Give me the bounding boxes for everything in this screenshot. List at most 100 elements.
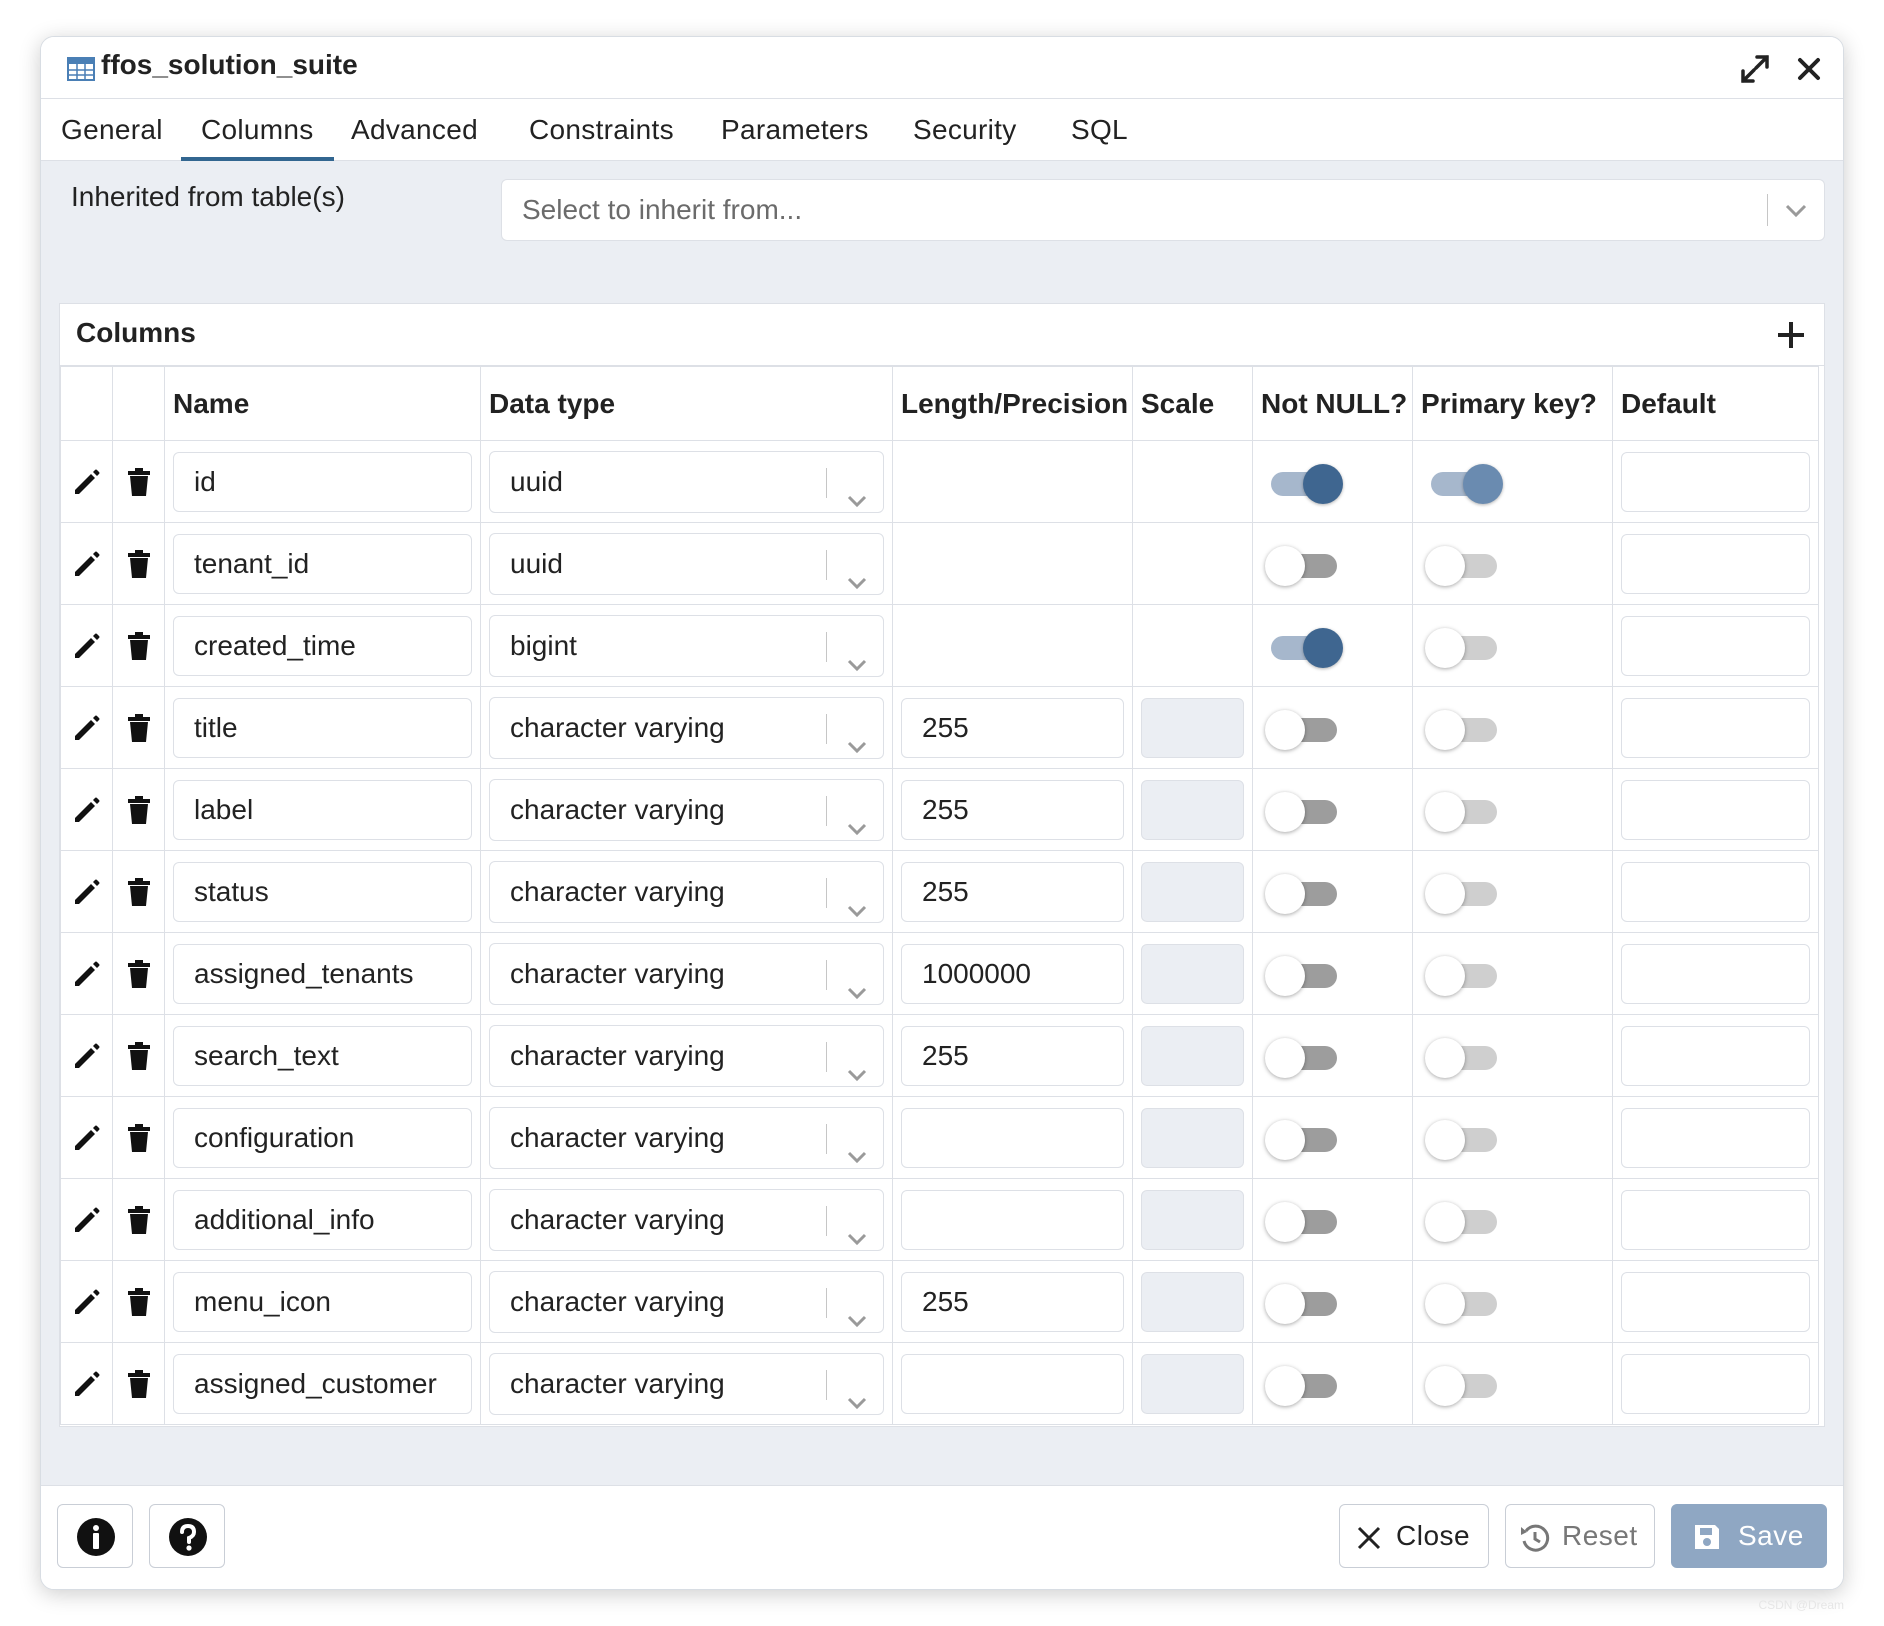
chevron-down-icon[interactable]: [1782, 198, 1810, 227]
edit-icon[interactable]: [61, 958, 112, 990]
not-null-toggle[interactable]: [1265, 1364, 1345, 1406]
primary-key-toggle[interactable]: [1425, 1036, 1505, 1078]
length-input[interactable]: 255: [901, 861, 1124, 922]
default-input[interactable]: [1621, 615, 1810, 676]
trash-icon[interactable]: [113, 1204, 164, 1236]
edit-icon[interactable]: [61, 630, 112, 662]
tab-general[interactable]: General: [41, 99, 183, 161]
tab-security[interactable]: Security: [893, 99, 1037, 161]
column-name-input[interactable]: label: [173, 779, 472, 840]
edit-icon[interactable]: [61, 794, 112, 826]
help-button[interactable]: [149, 1504, 225, 1568]
tab-columns[interactable]: Columns: [181, 99, 334, 161]
column-name-input[interactable]: status: [173, 861, 472, 922]
default-input[interactable]: [1621, 1107, 1810, 1168]
data-type-select[interactable]: character varying: [489, 1106, 884, 1169]
trash-icon[interactable]: [113, 876, 164, 908]
chevron-down-icon[interactable]: [845, 1128, 869, 1188]
tab-sql[interactable]: SQL: [1051, 99, 1148, 161]
column-name-input[interactable]: tenant_id: [173, 533, 472, 594]
length-input[interactable]: 255: [901, 697, 1124, 758]
default-input[interactable]: [1621, 861, 1810, 922]
chevron-down-icon[interactable]: [845, 964, 869, 1024]
info-button[interactable]: [57, 1504, 133, 1568]
primary-key-toggle[interactable]: [1425, 462, 1505, 504]
trash-icon[interactable]: [113, 794, 164, 826]
data-type-select[interactable]: bigint: [489, 614, 884, 677]
add-row-icon[interactable]: [1772, 316, 1810, 354]
data-type-select[interactable]: character varying: [489, 778, 884, 841]
chevron-down-icon[interactable]: [845, 1210, 869, 1270]
primary-key-toggle[interactable]: [1425, 626, 1505, 668]
chevron-down-icon[interactable]: [845, 800, 869, 860]
inherit-select[interactable]: Select to inherit from...: [501, 179, 1825, 241]
not-null-toggle[interactable]: [1265, 462, 1345, 504]
default-input[interactable]: [1621, 1271, 1810, 1332]
data-type-select[interactable]: character varying: [489, 942, 884, 1005]
edit-icon[interactable]: [61, 1286, 112, 1318]
data-type-select[interactable]: uuid: [489, 450, 884, 513]
not-null-toggle[interactable]: [1265, 790, 1345, 832]
tab-advanced[interactable]: Advanced: [331, 99, 498, 161]
primary-key-toggle[interactable]: [1425, 544, 1505, 586]
edit-icon[interactable]: [61, 876, 112, 908]
length-input[interactable]: 255: [901, 1271, 1124, 1332]
trash-icon[interactable]: [113, 958, 164, 990]
primary-key-toggle[interactable]: [1425, 1200, 1505, 1242]
default-input[interactable]: [1621, 779, 1810, 840]
edit-icon[interactable]: [61, 548, 112, 580]
length-input[interactable]: [901, 1353, 1124, 1414]
trash-icon[interactable]: [113, 630, 164, 662]
trash-icon[interactable]: [113, 712, 164, 744]
edit-icon[interactable]: [61, 1368, 112, 1400]
column-name-input[interactable]: search_text: [173, 1025, 472, 1086]
chevron-down-icon[interactable]: [845, 718, 869, 778]
column-name-input[interactable]: id: [173, 451, 472, 512]
default-input[interactable]: [1621, 533, 1810, 594]
not-null-toggle[interactable]: [1265, 1200, 1345, 1242]
default-input[interactable]: [1621, 1189, 1810, 1250]
not-null-toggle[interactable]: [1265, 544, 1345, 586]
save-button[interactable]: Save: [1671, 1504, 1827, 1568]
primary-key-toggle[interactable]: [1425, 708, 1505, 750]
trash-icon[interactable]: [113, 1040, 164, 1072]
primary-key-toggle[interactable]: [1425, 954, 1505, 996]
length-input[interactable]: 255: [901, 1025, 1124, 1086]
close-button[interactable]: Close: [1339, 1504, 1489, 1568]
column-name-input[interactable]: configuration: [173, 1107, 472, 1168]
length-input[interactable]: 1000000: [901, 943, 1124, 1004]
edit-icon[interactable]: [61, 1040, 112, 1072]
trash-icon[interactable]: [113, 1368, 164, 1400]
not-null-toggle[interactable]: [1265, 626, 1345, 668]
default-input[interactable]: [1621, 697, 1810, 758]
not-null-toggle[interactable]: [1265, 708, 1345, 750]
data-type-select[interactable]: character varying: [489, 860, 884, 923]
expand-icon[interactable]: [1739, 53, 1771, 85]
length-input[interactable]: [901, 1107, 1124, 1168]
trash-icon[interactable]: [113, 1122, 164, 1154]
default-input[interactable]: [1621, 943, 1810, 1004]
tab-constraints[interactable]: Constraints: [509, 99, 694, 161]
chevron-down-icon[interactable]: [845, 882, 869, 942]
primary-key-toggle[interactable]: [1425, 1282, 1505, 1324]
primary-key-toggle[interactable]: [1425, 1118, 1505, 1160]
not-null-toggle[interactable]: [1265, 954, 1345, 996]
column-name-input[interactable]: created_time: [173, 615, 472, 676]
data-type-select[interactable]: character varying: [489, 1024, 884, 1087]
chevron-down-icon[interactable]: [845, 472, 869, 532]
column-name-input[interactable]: assigned_tenants: [173, 943, 472, 1004]
not-null-toggle[interactable]: [1265, 1118, 1345, 1160]
primary-key-toggle[interactable]: [1425, 1364, 1505, 1406]
edit-icon[interactable]: [61, 1122, 112, 1154]
data-type-select[interactable]: character varying: [489, 696, 884, 759]
data-type-select[interactable]: character varying: [489, 1270, 884, 1333]
not-null-toggle[interactable]: [1265, 1282, 1345, 1324]
default-input[interactable]: [1621, 451, 1810, 512]
reset-button[interactable]: Reset: [1505, 1504, 1655, 1568]
edit-icon[interactable]: [61, 1204, 112, 1236]
not-null-toggle[interactable]: [1265, 1036, 1345, 1078]
chevron-down-icon[interactable]: [845, 554, 869, 614]
default-input[interactable]: [1621, 1353, 1810, 1414]
length-input[interactable]: 255: [901, 779, 1124, 840]
column-name-input[interactable]: title: [173, 697, 472, 758]
